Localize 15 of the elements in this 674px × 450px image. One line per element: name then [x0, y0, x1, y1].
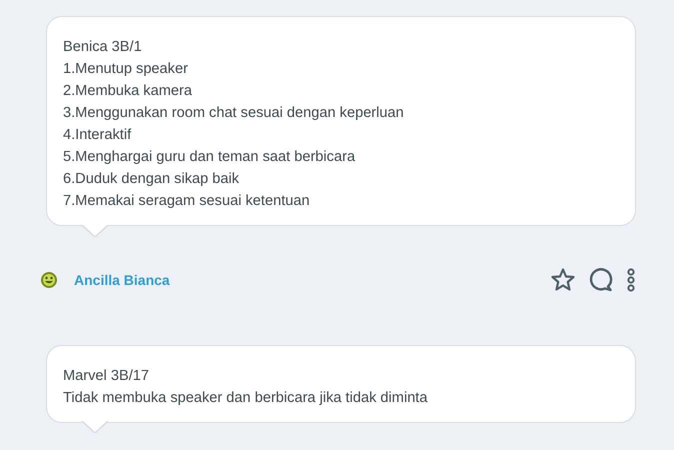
star-icon[interactable] [550, 266, 576, 292]
message-text: 5.Menghargai guru dan teman saat berbicara [63, 148, 356, 167]
message-text: Tidak membuka speaker dan berbicara jika tidak diminta [63, 388, 428, 408]
message-text: 2.Membuka kamera [63, 82, 193, 101]
author-link[interactable]: Ancilla Bianca [74, 272, 170, 288]
message-text: Marvel 3B/17 [63, 366, 150, 386]
message-text: 3.Menggunakan room chat sesuai dengan keperluan [63, 104, 405, 123]
smiley-icon [40, 270, 58, 288]
message-text: 7.Memakai seragam sesuai ketentuan [63, 192, 311, 211]
more-icon[interactable] [626, 266, 636, 292]
message-text: 1.Menutup speaker [63, 60, 189, 79]
message-text: 6.Duduk dengan sikap baik [63, 170, 240, 189]
comment-icon[interactable] [588, 266, 614, 292]
message-text: 4.Interaktif [63, 126, 132, 145]
message-text: Benica 3B/1 [63, 38, 143, 57]
